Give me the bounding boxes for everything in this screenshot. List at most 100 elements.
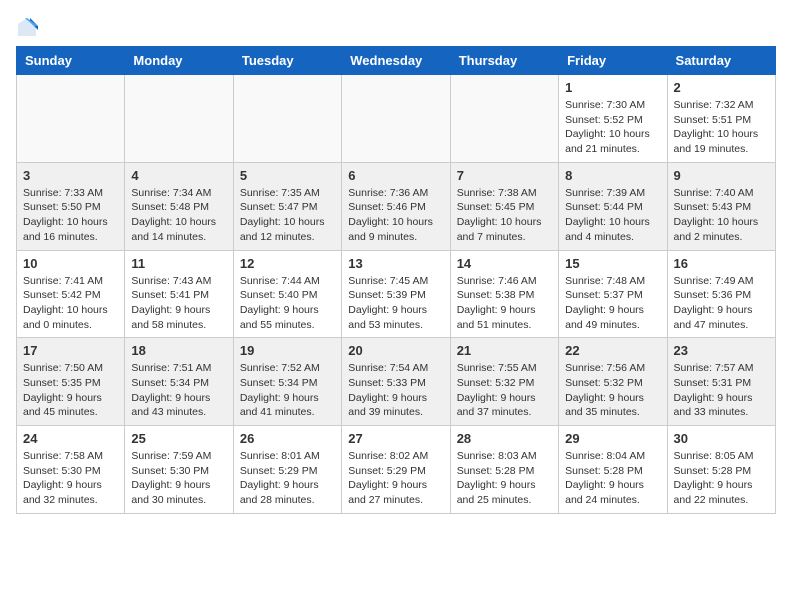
day-number: 18: [131, 343, 226, 358]
day-number: 5: [240, 168, 335, 183]
day-info: Sunrise: 7:39 AM Sunset: 5:44 PM Dayligh…: [565, 186, 660, 245]
calendar-cell: 12 Sunrise: 7:44 AM Sunset: 5:40 PM Dayli…: [233, 250, 341, 338]
calendar-cell: 2 Sunrise: 7:32 AM Sunset: 5:51 PM Daylig…: [667, 75, 775, 163]
day-number: 23: [674, 343, 769, 358]
day-info: Sunrise: 7:35 AM Sunset: 5:47 PM Dayligh…: [240, 186, 335, 245]
calendar-table: SundayMondayTuesdayWednesdayThursdayFrid…: [16, 46, 776, 514]
weekday-header-friday: Friday: [559, 47, 667, 75]
calendar-cell: 6 Sunrise: 7:36 AM Sunset: 5:46 PM Daylig…: [342, 162, 450, 250]
calendar-cell: 24 Sunrise: 7:58 AM Sunset: 5:30 PM Dayli…: [17, 426, 125, 514]
weekday-header-wednesday: Wednesday: [342, 47, 450, 75]
day-info: Sunrise: 7:44 AM Sunset: 5:40 PM Dayligh…: [240, 274, 335, 333]
calendar-cell: 11 Sunrise: 7:43 AM Sunset: 5:41 PM Dayli…: [125, 250, 233, 338]
day-info: Sunrise: 7:49 AM Sunset: 5:36 PM Dayligh…: [674, 274, 769, 333]
calendar-cell: 17 Sunrise: 7:50 AM Sunset: 5:35 PM Dayli…: [17, 338, 125, 426]
day-number: 4: [131, 168, 226, 183]
day-number: 6: [348, 168, 443, 183]
calendar-week-row: 1 Sunrise: 7:30 AM Sunset: 5:52 PM Daylig…: [17, 75, 776, 163]
day-number: 8: [565, 168, 660, 183]
calendar-week-row: 10Sunrise: 7:41 AM Sunset: 5:42 PM Dayli…: [17, 250, 776, 338]
calendar-cell: 29 Sunrise: 8:04 AM Sunset: 5:28 PM Dayli…: [559, 426, 667, 514]
calendar-cell: 18 Sunrise: 7:51 AM Sunset: 5:34 PM Dayli…: [125, 338, 233, 426]
day-info: Sunrise: 7:46 AM Sunset: 5:38 PM Dayligh…: [457, 274, 552, 333]
day-number: 17: [23, 343, 118, 358]
day-info: Sunrise: 7:57 AM Sunset: 5:31 PM Dayligh…: [674, 361, 769, 420]
day-info: Sunrise: 7:40 AM Sunset: 5:43 PM Dayligh…: [674, 186, 769, 245]
calendar-week-row: 3 Sunrise: 7:33 AM Sunset: 5:50 PM Daylig…: [17, 162, 776, 250]
weekday-header-thursday: Thursday: [450, 47, 558, 75]
weekday-header-monday: Monday: [125, 47, 233, 75]
calendar-week-row: 24 Sunrise: 7:58 AM Sunset: 5:30 PM Dayli…: [17, 426, 776, 514]
day-number: 28: [457, 431, 552, 446]
weekday-header-saturday: Saturday: [667, 47, 775, 75]
calendar-cell: 20 Sunrise: 7:54 AM Sunset: 5:33 PM Dayli…: [342, 338, 450, 426]
day-number: 20: [348, 343, 443, 358]
calendar-cell: 10Sunrise: 7:41 AM Sunset: 5:42 PM Dayli…: [17, 250, 125, 338]
day-info: Sunrise: 8:01 AM Sunset: 5:29 PM Dayligh…: [240, 449, 335, 508]
calendar-cell: [233, 75, 341, 163]
calendar-cell: 9 Sunrise: 7:40 AM Sunset: 5:43 PM Daylig…: [667, 162, 775, 250]
day-number: 19: [240, 343, 335, 358]
calendar-cell: 23 Sunrise: 7:57 AM Sunset: 5:31 PM Dayli…: [667, 338, 775, 426]
day-info: Sunrise: 7:33 AM Sunset: 5:50 PM Dayligh…: [23, 186, 118, 245]
calendar-cell: [125, 75, 233, 163]
weekday-header-tuesday: Tuesday: [233, 47, 341, 75]
calendar-body: 1 Sunrise: 7:30 AM Sunset: 5:52 PM Daylig…: [17, 75, 776, 514]
day-info: Sunrise: 8:04 AM Sunset: 5:28 PM Dayligh…: [565, 449, 660, 508]
calendar-cell: 21Sunrise: 7:55 AM Sunset: 5:32 PM Dayli…: [450, 338, 558, 426]
day-number: 3: [23, 168, 118, 183]
calendar-cell: [17, 75, 125, 163]
day-number: 16: [674, 256, 769, 271]
calendar-cell: 22 Sunrise: 7:56 AM Sunset: 5:32 PM Dayli…: [559, 338, 667, 426]
day-info: Sunrise: 7:55 AM Sunset: 5:32 PM Dayligh…: [457, 361, 552, 420]
calendar-cell: 4 Sunrise: 7:34 AM Sunset: 5:48 PM Daylig…: [125, 162, 233, 250]
day-number: 2: [674, 80, 769, 95]
day-info: Sunrise: 7:38 AM Sunset: 5:45 PM Dayligh…: [457, 186, 552, 245]
day-info: Sunrise: 7:32 AM Sunset: 5:51 PM Dayligh…: [674, 98, 769, 157]
day-number: 29: [565, 431, 660, 446]
logo: [16, 16, 42, 38]
page-header: [16, 16, 776, 38]
day-info: Sunrise: 7:54 AM Sunset: 5:33 PM Dayligh…: [348, 361, 443, 420]
calendar-header: SundayMondayTuesdayWednesdayThursdayFrid…: [17, 47, 776, 75]
day-info: Sunrise: 7:56 AM Sunset: 5:32 PM Dayligh…: [565, 361, 660, 420]
calendar-cell: 19 Sunrise: 7:52 AM Sunset: 5:34 PM Dayli…: [233, 338, 341, 426]
day-info: Sunrise: 8:03 AM Sunset: 5:28 PM Dayligh…: [457, 449, 552, 508]
calendar-cell: 8 Sunrise: 7:39 AM Sunset: 5:44 PM Daylig…: [559, 162, 667, 250]
calendar-cell: 15Sunrise: 7:48 AM Sunset: 5:37 PM Dayli…: [559, 250, 667, 338]
calendar-cell: 13Sunrise: 7:45 AM Sunset: 5:39 PM Dayli…: [342, 250, 450, 338]
day-number: 11: [131, 256, 226, 271]
calendar-cell: 14Sunrise: 7:46 AM Sunset: 5:38 PM Dayli…: [450, 250, 558, 338]
calendar-cell: 25Sunrise: 7:59 AM Sunset: 5:30 PM Dayli…: [125, 426, 233, 514]
day-info: Sunrise: 7:36 AM Sunset: 5:46 PM Dayligh…: [348, 186, 443, 245]
day-info: Sunrise: 7:48 AM Sunset: 5:37 PM Dayligh…: [565, 274, 660, 333]
calendar-cell: 1 Sunrise: 7:30 AM Sunset: 5:52 PM Daylig…: [559, 75, 667, 163]
day-info: Sunrise: 7:50 AM Sunset: 5:35 PM Dayligh…: [23, 361, 118, 420]
calendar-cell: 26 Sunrise: 8:01 AM Sunset: 5:29 PM Dayli…: [233, 426, 341, 514]
calendar-week-row: 17 Sunrise: 7:50 AM Sunset: 5:35 PM Dayli…: [17, 338, 776, 426]
day-info: Sunrise: 7:58 AM Sunset: 5:30 PM Dayligh…: [23, 449, 118, 508]
day-number: 26: [240, 431, 335, 446]
day-info: Sunrise: 7:52 AM Sunset: 5:34 PM Dayligh…: [240, 361, 335, 420]
day-info: Sunrise: 8:05 AM Sunset: 5:28 PM Dayligh…: [674, 449, 769, 508]
weekday-header-sunday: Sunday: [17, 47, 125, 75]
calendar-cell: [450, 75, 558, 163]
day-number: 22: [565, 343, 660, 358]
calendar-cell: 7 Sunrise: 7:38 AM Sunset: 5:45 PM Daylig…: [450, 162, 558, 250]
day-number: 27: [348, 431, 443, 446]
weekday-header-row: SundayMondayTuesdayWednesdayThursdayFrid…: [17, 47, 776, 75]
day-info: Sunrise: 7:51 AM Sunset: 5:34 PM Dayligh…: [131, 361, 226, 420]
day-number: 10: [23, 256, 118, 271]
day-number: 24: [23, 431, 118, 446]
day-number: 12: [240, 256, 335, 271]
day-number: 13: [348, 256, 443, 271]
day-info: Sunrise: 7:34 AM Sunset: 5:48 PM Dayligh…: [131, 186, 226, 245]
calendar-cell: 16 Sunrise: 7:49 AM Sunset: 5:36 PM Dayli…: [667, 250, 775, 338]
day-number: 9: [674, 168, 769, 183]
day-info: Sunrise: 7:43 AM Sunset: 5:41 PM Dayligh…: [131, 274, 226, 333]
calendar-cell: 27Sunrise: 8:02 AM Sunset: 5:29 PM Dayli…: [342, 426, 450, 514]
day-info: Sunrise: 7:30 AM Sunset: 5:52 PM Dayligh…: [565, 98, 660, 157]
day-number: 1: [565, 80, 660, 95]
day-number: 7: [457, 168, 552, 183]
calendar-cell: [342, 75, 450, 163]
